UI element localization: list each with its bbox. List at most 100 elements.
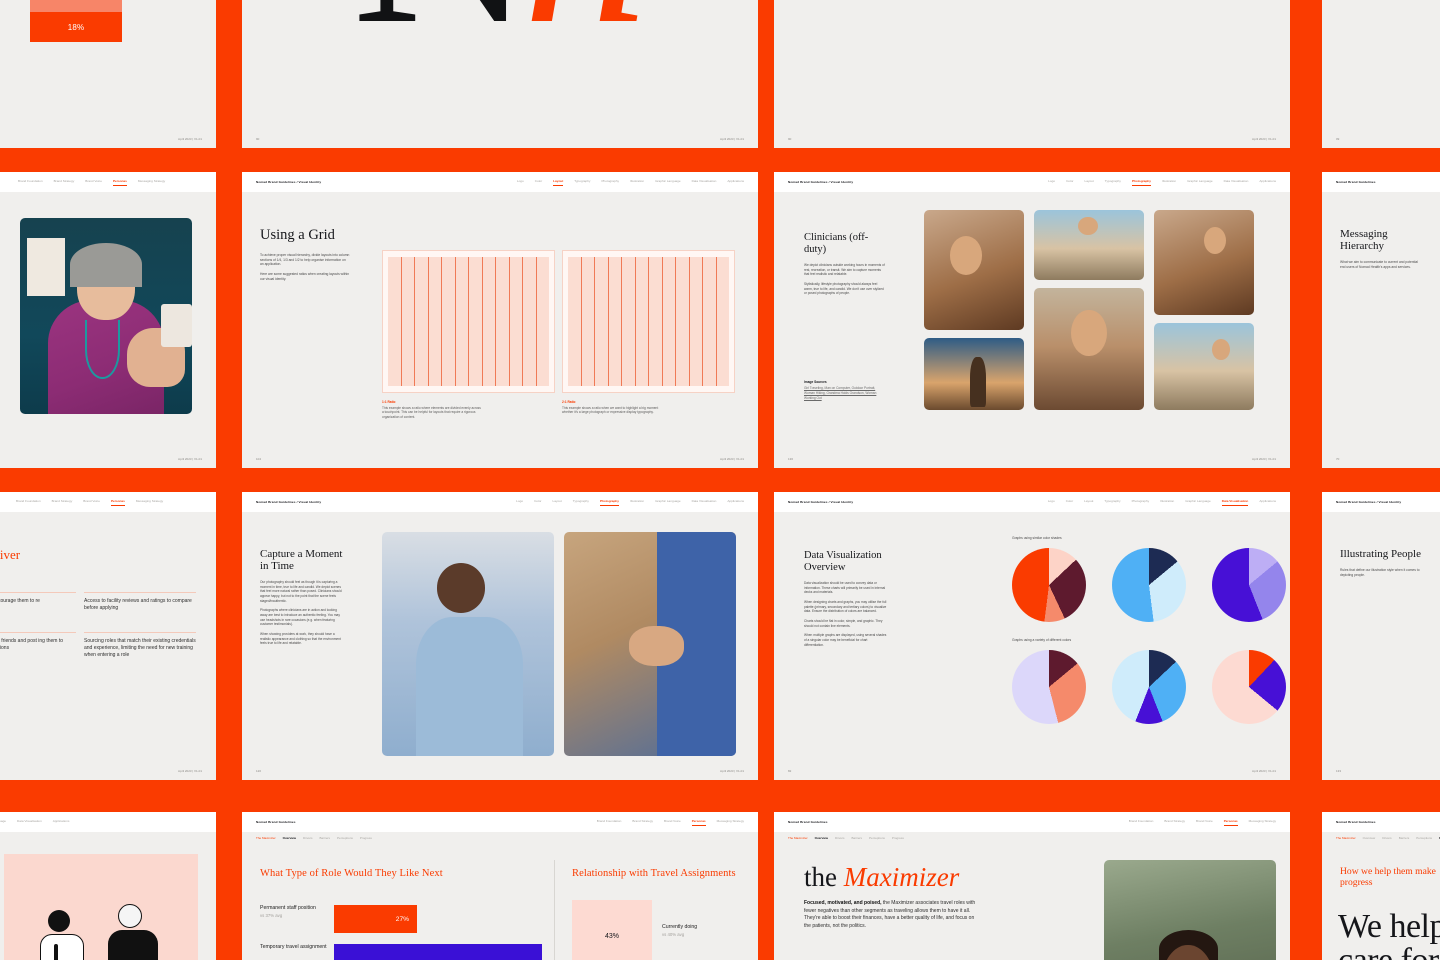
subnav-item-overview[interactable]: Overview (283, 836, 296, 840)
subnav-item-the-maximizer[interactable]: The Maximizer (256, 836, 276, 840)
nav-item-photography[interactable]: Photography (1131, 179, 1152, 186)
nav-item-brand-foundation[interactable]: Brand Foundation (18, 179, 43, 185)
subnav-item-drivers[interactable]: Drivers (1382, 836, 1392, 840)
slide-illustrating-people[interactable]: Nomad Brand Guidelines / Visual Identity… (1322, 492, 1440, 780)
nav-item-messaging-strategy[interactable]: Messaging Strategy (1249, 819, 1276, 825)
nav-item-brand-strategy[interactable]: Brand Strategy (54, 179, 75, 185)
nav-item-illustration[interactable]: Illustration (630, 499, 644, 505)
nav-item-layout[interactable]: Layout (1084, 179, 1093, 185)
nav-item-layout[interactable]: Layout (1084, 499, 1093, 505)
nav-item-logo[interactable]: Logo (517, 179, 524, 185)
nav-item-photography[interactable]: Photography (601, 179, 619, 185)
slide-nav[interactable]: Brand Foundation Brand Strategy Brand Vo… (1129, 819, 1276, 826)
slide-data-visualization-overview[interactable]: Nomad Brand Guidelines / Visual Identity… (774, 492, 1290, 780)
subnav-item-barriers[interactable]: Barriers (1399, 836, 1410, 840)
subnav-item-progress[interactable]: Progress (360, 836, 372, 840)
nav-item-brand-strategy[interactable]: Brand Strategy (1164, 819, 1185, 825)
nav-item-typography[interactable]: Typography (1105, 179, 1121, 185)
nav-item-logo[interactable]: Logo (1048, 179, 1055, 185)
nav-item-personas[interactable]: Personas (110, 499, 125, 506)
nav-item-layout[interactable]: Layout (553, 179, 564, 186)
slide-nav[interactable]: Logo Color Layout Typography Photography… (516, 499, 744, 506)
nav-item-graphic-language[interactable]: Graphic Language (0, 819, 6, 825)
slide-messaging-hierarchy[interactable]: Nomad Brand Guidelines Messaging Hierarc… (1322, 172, 1440, 468)
subnav-item-overview[interactable]: Overview (1363, 836, 1376, 840)
nav-item-illustration[interactable]: Illustration (1160, 499, 1174, 505)
subnav-item-barriers[interactable]: Barriers (852, 836, 863, 840)
subnav-item-overview[interactable]: Overview (815, 836, 828, 840)
nav-item-photography[interactable]: Photography (1132, 499, 1150, 505)
slide-nav[interactable]: Brand Foundation Brand Strategy Brand Vo… (597, 819, 744, 826)
nav-item-brand-voice[interactable]: Brand Voice (85, 179, 102, 185)
image-sources-links[interactable]: Girl Traveling, Man on Computer, Outdoor… (804, 386, 880, 401)
nav-item-data-visualisation[interactable]: Data Visualisation (692, 499, 717, 505)
slide-illustration-sample[interactable]: Typography Photography Illustration Grap… (0, 812, 216, 960)
nav-item-brand-voice[interactable]: Brand Voice (664, 819, 681, 825)
slide-nav[interactable]: Logo Color Layout Typography Photography… (1048, 499, 1276, 506)
slide-nav[interactable]: Typography Photography Illustration Grap… (0, 819, 69, 825)
slide-nav[interactable]: Brand Foundation Brand Strategy Brand Vo… (18, 179, 165, 186)
nav-item-brand-strategy[interactable]: Brand Strategy (52, 499, 73, 505)
slide-nav[interactable]: Logo Color Layout Typography Photography… (517, 179, 744, 186)
nav-item-applications[interactable]: Applications (727, 499, 744, 505)
nav-item-illustration[interactable]: Illustration (630, 179, 644, 185)
nav-item-applications[interactable]: Applications (727, 179, 744, 185)
nav-item-applications[interactable]: Applications (1259, 499, 1276, 505)
nav-item-graphic-language[interactable]: Graphic Language (1187, 179, 1212, 185)
nav-item-layout[interactable]: Layout (552, 499, 561, 505)
subnav-item-drivers[interactable]: Drivers (303, 836, 313, 840)
slide-persona-photo[interactable]: Brand Foundation Brand Strategy Brand Vo… (0, 172, 216, 468)
subnav-item-perceptions[interactable]: Perceptions (337, 836, 353, 840)
nav-item-photography[interactable]: Photography (599, 499, 620, 506)
nav-item-data-visualisation[interactable]: Data Visualisation (692, 179, 717, 185)
slide-capture-a-moment[interactable]: Nomad Brand Guidelines / Visual Identity… (242, 492, 758, 780)
nav-item-logo[interactable]: Logo (516, 499, 523, 505)
subnav-item-barriers[interactable]: Barriers (320, 836, 331, 840)
slide-typography-specimen[interactable]: N n 90 April 2023 | V1-01 (242, 0, 758, 148)
nav-item-color[interactable]: Color (1066, 179, 1073, 185)
nav-item-graphic-language[interactable]: Graphic Language (655, 499, 680, 505)
subnav-item-progress[interactable]: Progress (892, 836, 904, 840)
slide-using-a-grid[interactable]: Nomad Brand Guidelines / Visual Identity… (242, 172, 758, 468)
nav-item-brand-strategy[interactable]: Brand Strategy (632, 819, 653, 825)
nav-item-typography[interactable]: Typography (573, 499, 589, 505)
nav-item-messaging-strategy[interactable]: Messaging Strategy (717, 819, 744, 825)
nav-item-typography[interactable]: Typography (574, 179, 590, 185)
nav-item-brand-foundation[interactable]: Brand Foundation (597, 819, 622, 825)
nav-item-applications[interactable]: Applications (53, 819, 70, 825)
slide-subnav[interactable]: The Maximizer Overview Drivers Barriers … (788, 836, 904, 840)
subnav-item-drivers[interactable]: Drivers (835, 836, 845, 840)
slide-logo-mark[interactable]: 90 April 2023 | V1-01 (774, 0, 1290, 148)
nav-item-applications[interactable]: Applications (1259, 179, 1276, 185)
subnav-item-perceptions[interactable]: Perceptions (1416, 836, 1432, 840)
nav-item-graphic-language[interactable]: Graphic Language (1185, 499, 1210, 505)
nav-item-color[interactable]: Color (1066, 499, 1073, 505)
slide-nav[interactable]: Logo Color Layout Typography Photography… (1048, 179, 1276, 186)
nav-item-typography[interactable]: Typography (1104, 499, 1120, 505)
nav-item-messaging-strategy[interactable]: Messaging Strategy (138, 179, 165, 185)
slide-persona-role-charts[interactable]: Nomad Brand Guidelines Brand Foundation … (242, 812, 758, 960)
nav-item-brand-foundation[interactable]: Brand Foundation (1129, 819, 1154, 825)
nav-item-graphic-language[interactable]: Graphic Language (655, 179, 680, 185)
nav-item-brand-voice[interactable]: Brand Voice (1196, 819, 1213, 825)
slide-clinicians-off-duty[interactable]: Nomad Brand Guidelines / Visual Identity… (774, 172, 1290, 468)
subnav-item-perceptions[interactable]: Perceptions (869, 836, 885, 840)
subnav-item-the-maximizer[interactable]: The Maximizer (1336, 836, 1356, 840)
slide-travel-assignment-stack[interactable]: 40% 18% Done it before and would do it a… (0, 0, 216, 148)
slide-the-maximizer[interactable]: Nomad Brand Guidelines Brand Foundation … (774, 812, 1290, 960)
nav-item-brand-foundation[interactable]: Brand Foundation (16, 499, 41, 505)
nav-item-logo[interactable]: Logo (1048, 499, 1055, 505)
slide-subnav[interactable]: The Maximizer Overview Drivers Barriers … (256, 836, 372, 840)
nav-item-personas[interactable]: Personas (1223, 819, 1238, 826)
nav-item-color[interactable]: Color (535, 179, 542, 185)
nav-item-brand-voice[interactable]: Brand Voice (83, 499, 100, 505)
slide-subnav[interactable]: The Maximizer Overview Drivers Barriers … (1336, 836, 1440, 840)
nav-item-personas[interactable]: Personas (112, 179, 127, 186)
nav-item-data-visualisation[interactable]: Data Visualisation (1221, 499, 1248, 506)
slide-blank[interactable]: 09 (1322, 0, 1440, 148)
nav-item-data-visualisation[interactable]: Data Visualisation (1224, 179, 1249, 185)
slide-what-we-deliver[interactable]: Brand Foundation Brand Strategy Brand Vo… (0, 492, 216, 780)
slide-nav[interactable]: Brand Foundation Brand Strategy Brand Vo… (16, 499, 163, 506)
nav-item-personas[interactable]: Personas (691, 819, 706, 826)
nav-item-messaging-strategy[interactable]: Messaging Strategy (136, 499, 163, 505)
